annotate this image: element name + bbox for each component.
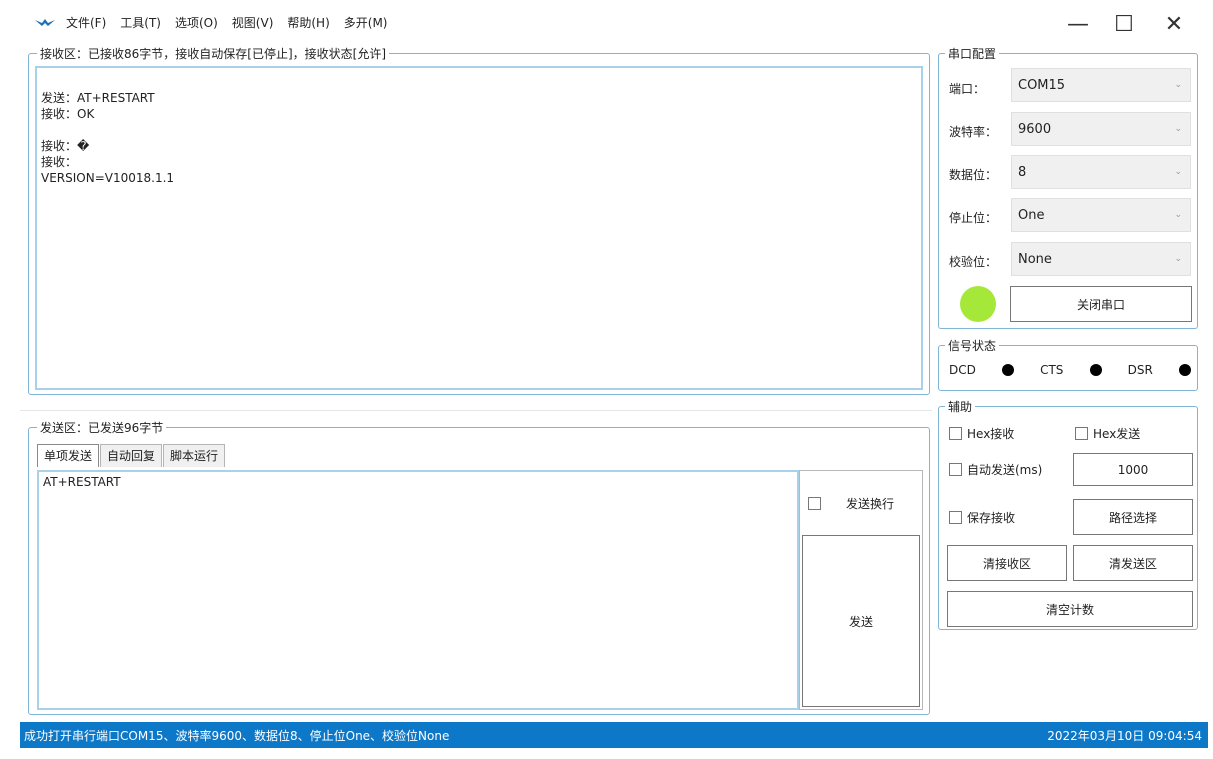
- menu-tools[interactable]: 工具(T): [120, 14, 161, 31]
- clear-send-button[interactable]: 清发送区: [1073, 545, 1193, 581]
- signal-status-group: 信号状态 DCD CTS DSR: [938, 337, 1198, 391]
- hex-receive-checkbox[interactable]: [949, 427, 962, 440]
- chevron-down-icon: ⌄: [1174, 167, 1182, 177]
- tab-auto-reply[interactable]: 自动回复: [100, 444, 163, 467]
- send-controls: 发送换行 发送: [799, 470, 923, 710]
- clear-count-button[interactable]: 清空计数: [947, 591, 1193, 627]
- dsr-label: DSR: [1127, 363, 1153, 377]
- cts-indicator: [1089, 364, 1102, 376]
- menu-multi-open[interactable]: 多开(M): [344, 14, 388, 31]
- hex-send-label: Hex发送: [1093, 427, 1141, 441]
- databits-select[interactable]: 8 ⌄: [1011, 155, 1191, 189]
- splitter[interactable]: [20, 410, 932, 411]
- signal-row: DCD CTS DSR: [949, 363, 1191, 377]
- baud-select[interactable]: 9600 ⌄: [1011, 112, 1191, 146]
- menu-view[interactable]: 视图(V): [232, 14, 274, 31]
- hex-send-checkbox[interactable]: [1075, 427, 1088, 440]
- port-config-legend: 串口配置: [945, 45, 1000, 62]
- receive-textbox[interactable]: 发送：AT+RESTART 接收：OK 接收：� 接收： VERSION=V10…: [35, 66, 923, 390]
- stopbits-select[interactable]: One ⌄: [1011, 198, 1191, 232]
- port-config-group: 串口配置 端口： COM15 ⌄ 波特率： 9600 ⌄ 数据位： 8 ⌄ 停止…: [938, 45, 1198, 329]
- chevron-down-icon: ⌄: [1174, 254, 1182, 264]
- maximize-button[interactable]: ☐: [1102, 8, 1146, 40]
- aux-group: 辅助 Hex接收 Hex发送 自动发送(ms) 1000 保存接收 路径选择 清…: [938, 398, 1198, 630]
- minimize-icon: —: [1067, 11, 1089, 37]
- maximize-icon: ☐: [1114, 11, 1134, 37]
- dsr-indicator: [1178, 364, 1191, 376]
- receive-group: 接收区：已接收86字节，接收自动保存[已停止]，接收状态[允许] 发送：AT+R…: [28, 45, 930, 395]
- auto-send-checkbox[interactable]: [949, 463, 962, 476]
- path-select-button[interactable]: 路径选择: [1073, 499, 1193, 535]
- close-button[interactable]: ✕: [1152, 8, 1196, 40]
- save-receive-label: 保存接收: [967, 511, 1016, 525]
- minimize-button[interactable]: —: [1056, 8, 1100, 40]
- chevron-down-icon: ⌄: [1174, 210, 1182, 220]
- parity-label: 校验位：: [949, 255, 998, 269]
- cts-label: CTS: [1040, 363, 1064, 377]
- port-status-indicator: [960, 286, 996, 322]
- send-content: AT+RESTART: [43, 475, 121, 489]
- baud-label: 波特率：: [949, 125, 998, 139]
- menu-file[interactable]: 文件(F): [66, 14, 106, 31]
- databits-value: 8: [1018, 164, 1027, 180]
- send-textbox[interactable]: AT+RESTART: [37, 470, 799, 710]
- tab-script-run[interactable]: 脚本运行: [163, 444, 226, 467]
- status-message: 成功打开串行端口COM15、波特率9600、数据位8、停止位One、校验位Non…: [24, 728, 450, 743]
- clear-receive-button[interactable]: 清接收区: [947, 545, 1067, 581]
- dcd-indicator: [1001, 364, 1014, 376]
- menu-bar: 文件(F) 工具(T) 选项(O) 视图(V) 帮助(H) 多开(M): [66, 14, 387, 31]
- chevron-down-icon: ⌄: [1174, 124, 1182, 134]
- tab-single-send[interactable]: 单项发送: [37, 444, 100, 467]
- send-tabs: 单项发送 自动回复 脚本运行: [37, 444, 226, 467]
- send-newline-checkbox[interactable]: [808, 497, 821, 510]
- send-newline-label: 发送换行: [846, 497, 895, 511]
- send-group: 发送区：已发送96字节 单项发送 自动回复 脚本运行 AT+RESTART 发送…: [28, 419, 930, 715]
- close-port-button[interactable]: 关闭串口: [1010, 286, 1192, 322]
- port-label: 端口：: [949, 82, 986, 96]
- signal-legend: 信号状态: [945, 337, 1000, 354]
- app-logo-icon: [35, 19, 55, 26]
- receive-legend: 接收区：已接收86字节，接收自动保存[已停止]，接收状态[允许]: [37, 45, 389, 62]
- send-button[interactable]: 发送: [802, 535, 920, 707]
- receive-content: 发送：AT+RESTART 接收：OK 接收：� 接收： VERSION=V10…: [41, 91, 175, 185]
- status-bar: 成功打开串行端口COM15、波特率9600、数据位8、停止位One、校验位Non…: [20, 722, 1208, 748]
- auto-send-interval-input[interactable]: 1000: [1073, 453, 1193, 486]
- parity-select[interactable]: None ⌄: [1011, 242, 1191, 276]
- menu-help[interactable]: 帮助(H): [287, 14, 329, 31]
- close-icon: ✕: [1164, 11, 1184, 37]
- port-value: COM15: [1018, 77, 1066, 93]
- title-bar: 文件(F) 工具(T) 选项(O) 视图(V) 帮助(H) 多开(M) — ☐ …: [0, 0, 1213, 44]
- save-receive-checkbox[interactable]: [949, 511, 962, 524]
- chevron-down-icon: ⌄: [1174, 80, 1182, 90]
- stopbits-value: One: [1018, 207, 1045, 223]
- auto-send-label: 自动发送(ms): [967, 463, 1043, 477]
- databits-label: 数据位：: [949, 168, 998, 182]
- send-legend: 发送区：已发送96字节: [37, 419, 167, 436]
- hex-receive-label: Hex接收: [967, 427, 1015, 441]
- baud-value: 9600: [1018, 121, 1052, 137]
- parity-value: None: [1018, 251, 1052, 267]
- dcd-label: DCD: [949, 363, 976, 377]
- port-select[interactable]: COM15 ⌄: [1011, 68, 1191, 102]
- status-datetime: 2022年03月10日 09:04:54: [1047, 728, 1202, 743]
- stopbits-label: 停止位：: [949, 211, 998, 225]
- menu-options[interactable]: 选项(O): [175, 14, 218, 31]
- aux-legend: 辅助: [945, 398, 976, 415]
